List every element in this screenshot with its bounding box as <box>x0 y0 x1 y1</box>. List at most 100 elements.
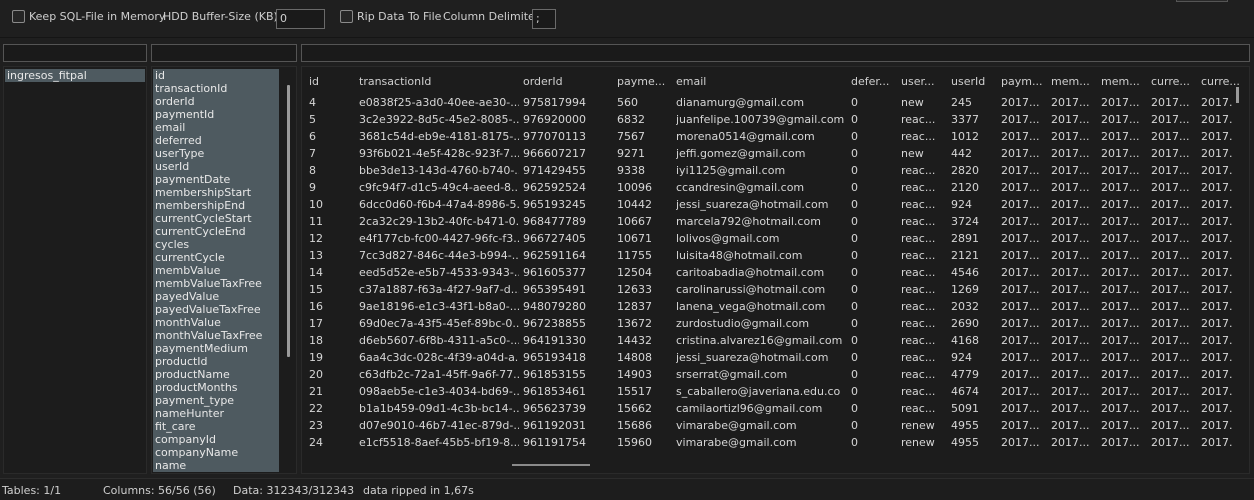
column-item[interactable]: productName <box>153 368 279 381</box>
table-cell: 2017. <box>1201 385 1233 398</box>
column-header[interactable]: transactionId <box>359 73 519 91</box>
table-row[interactable]: 5 3c2e3922-8d5c-45e2-8085-... 976920000 683… <box>302 111 1233 128</box>
table-row[interactable]: 11 2ca32c29-13b2-40fc-b471-0... 968477789 1… <box>302 213 1233 230</box>
hdd-buffer-input[interactable]: 0 <box>276 9 325 29</box>
column-item[interactable]: paymentDate <box>153 173 279 186</box>
table-cell: 245 <box>951 96 972 109</box>
table-row[interactable]: 21 098aeb5e-c1e3-4034-bd69-... 961853461 15… <box>302 383 1233 400</box>
column-item[interactable]: companyName <box>153 446 279 459</box>
grid-horizontal-scrollbar[interactable] <box>512 464 590 466</box>
column-header[interactable]: defer... <box>851 73 896 91</box>
column-header[interactable]: orderId <box>523 73 613 91</box>
grid-vertical-scrollbar[interactable] <box>1236 87 1239 103</box>
column-item[interactable]: membershipStart <box>153 186 279 199</box>
keep-sql-checkbox[interactable] <box>12 10 25 23</box>
columns-filter-input[interactable] <box>151 44 297 62</box>
column-header[interactable]: curre... <box>1201 73 1241 91</box>
rip-data-checkbox[interactable] <box>340 10 353 23</box>
column-item[interactable]: membValueTaxFree <box>153 277 279 290</box>
column-header[interactable]: curre... <box>1151 73 1196 91</box>
columns-scrollbar[interactable] <box>287 85 290 357</box>
column-delimiter-input[interactable]: ; <box>532 9 556 29</box>
top-right-button[interactable] <box>1176 0 1228 2</box>
table-item[interactable]: ingresos_fitpal <box>5 69 145 82</box>
table-cell: camilaortizl96@gmail.com <box>676 402 823 415</box>
table-row[interactable]: 24 e1cf5518-8aef-45b5-bf19-8... 961191754 1… <box>302 434 1233 451</box>
table-cell: 14432 <box>617 334 652 347</box>
column-item[interactable]: payment_type <box>153 394 279 407</box>
table-cell: 2017. <box>1201 130 1233 143</box>
table-cell: e0838f25-a3d0-40ee-ae30-... <box>359 96 519 109</box>
table-row[interactable]: 8 bbe3de13-143d-4760-b740-... 971429455 933… <box>302 162 1233 179</box>
column-item[interactable]: paymentId <box>153 108 279 121</box>
column-item[interactable]: nameHunter <box>153 407 279 420</box>
column-header[interactable]: mem... <box>1101 73 1146 91</box>
table-cell: 0 <box>851 215 858 228</box>
table-cell: s_caballero@javeriana.edu.co <box>676 385 841 398</box>
table-cell: 2017... <box>1101 300 1140 313</box>
table-row[interactable]: 14 eed5d52e-e5b7-4533-9343-... 961605377 12… <box>302 264 1233 281</box>
column-item[interactable]: membValue <box>153 264 279 277</box>
column-item[interactable]: email <box>153 121 279 134</box>
table-cell: 22 <box>309 402 323 415</box>
column-item[interactable]: currentCycleStart <box>153 212 279 225</box>
column-header[interactable]: mem... <box>1051 73 1096 91</box>
table-row[interactable]: 22 b1a1b459-09d1-4c3b-bc14-... 965623739 15… <box>302 400 1233 417</box>
tables-filter-input[interactable] <box>3 44 147 62</box>
column-item[interactable]: monthValue <box>153 316 279 329</box>
column-item[interactable]: productMonths <box>153 381 279 394</box>
table-row[interactable]: 4 e0838f25-a3d0-40ee-ae30-... 975817994 560… <box>302 94 1233 111</box>
table-row[interactable]: 16 9ae18196-e1c3-43f1-b8a0-... 948079280 12… <box>302 298 1233 315</box>
column-item[interactable]: payedValueTaxFree <box>153 303 279 316</box>
status-message: data ripped in 1,67s <box>363 484 474 497</box>
data-filter-input[interactable] <box>301 44 1250 62</box>
column-item[interactable]: deferred <box>153 134 279 147</box>
column-header[interactable]: userId <box>951 73 996 91</box>
table-cell: 8 <box>309 164 316 177</box>
column-item[interactable]: monthValueTaxFree <box>153 329 279 342</box>
column-item[interactable]: cycles <box>153 238 279 251</box>
column-item[interactable]: id <box>153 69 279 82</box>
column-header[interactable]: payme... <box>617 73 672 91</box>
column-header[interactable]: id <box>309 73 354 91</box>
rip-data-option[interactable]: Rip Data To File <box>340 10 441 23</box>
table-row[interactable]: 17 69d0ec7a-43f5-45ef-89bc-0... 967238855 1… <box>302 315 1233 332</box>
table-cell: 2017... <box>1151 402 1190 415</box>
column-item[interactable]: name <box>153 459 279 472</box>
column-item[interactable]: paymentMedium <box>153 342 279 355</box>
table-row[interactable]: 19 6aa4c3dc-028c-4f39-a04d-a... 965193418 1… <box>302 349 1233 366</box>
column-item[interactable]: orderId <box>153 95 279 108</box>
table-row[interactable]: 9 c9fc94f7-d1c5-49c4-aeed-8... 962592524 10… <box>302 179 1233 196</box>
column-item[interactable]: payedValue <box>153 290 279 303</box>
table-row[interactable]: 7 93f6b021-4e5f-428c-923f-7... 966607217 92… <box>302 145 1233 162</box>
table-cell: 2017... <box>1051 385 1090 398</box>
table-cell: 2017... <box>1101 113 1140 126</box>
table-cell: 2017... <box>1051 419 1090 432</box>
column-item[interactable]: transactionId <box>153 82 279 95</box>
keep-sql-option[interactable]: Keep SQL-File in Memory <box>12 10 165 23</box>
table-cell: 16 <box>309 300 323 313</box>
column-header[interactable]: user... <box>901 73 946 91</box>
table-row[interactable]: 6 3681c54d-eb9e-4181-8175-... 977070113 756… <box>302 128 1233 145</box>
column-item[interactable]: fit_care <box>153 420 279 433</box>
table-row[interactable]: 20 c63dfb2c-72a1-45ff-9a6f-77... 961853155… <box>302 366 1233 383</box>
table-cell: 2017... <box>1001 147 1040 160</box>
table-row[interactable]: 13 7cc3d827-846c-44e3-b994-... 962591164 11… <box>302 247 1233 264</box>
table-cell: 2017... <box>1101 130 1140 143</box>
column-item[interactable]: productId <box>153 355 279 368</box>
table-row[interactable]: 18 d6eb5607-6f8b-4311-a5c0-... 964191330 14… <box>302 332 1233 349</box>
column-item[interactable]: currentCycleEnd <box>153 225 279 238</box>
column-item[interactable]: userId <box>153 160 279 173</box>
table-row[interactable]: 15 c37a1887-f63a-4f27-9af7-d... 965395491 1… <box>302 281 1233 298</box>
column-header[interactable]: email <box>676 73 846 91</box>
column-item[interactable]: membershipEnd <box>153 199 279 212</box>
column-item[interactable]: currentCycle <box>153 251 279 264</box>
table-row[interactable]: 12 e4f177cb-fc00-4427-96fc-f3... 966727405… <box>302 230 1233 247</box>
table-row[interactable]: 23 d07e9010-46b7-41ec-879d-... 961192031 15… <box>302 417 1233 434</box>
table-row[interactable]: 10 6dcc0d60-f6b4-47a4-8986-5... 965193245 1… <box>302 196 1233 213</box>
table-cell: 3377 <box>951 113 979 126</box>
column-header[interactable]: paym... <box>1001 73 1046 91</box>
column-item[interactable]: companyId <box>153 433 279 446</box>
table-cell: 2017... <box>1151 164 1190 177</box>
column-item[interactable]: userType <box>153 147 279 160</box>
